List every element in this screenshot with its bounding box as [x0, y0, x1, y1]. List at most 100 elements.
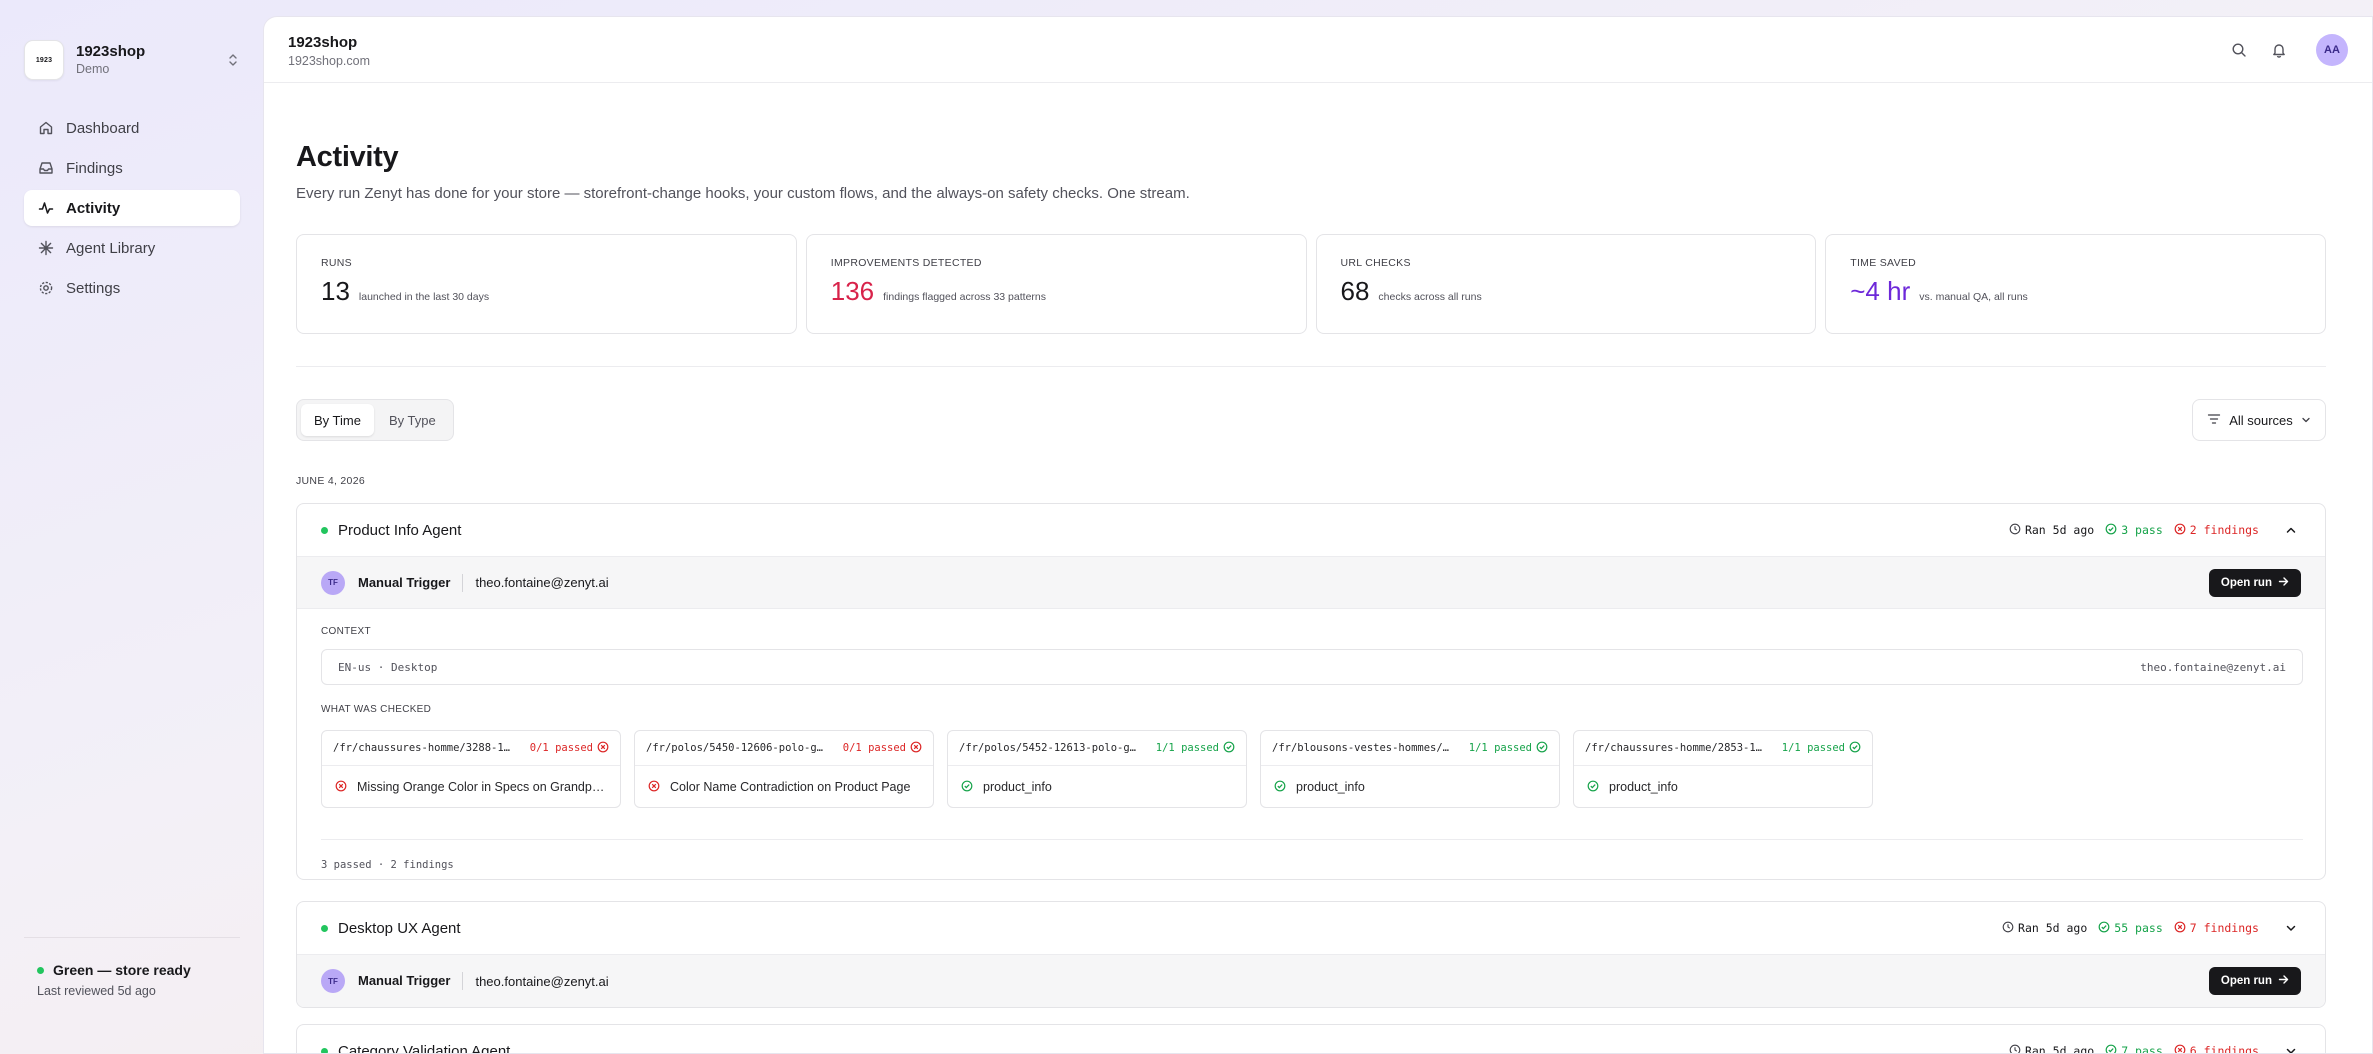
inbox-icon [37, 159, 55, 177]
run-findings-count: 7 findings [2174, 921, 2259, 936]
status-dot [321, 924, 328, 932]
date-group-label: JUNE 4, 2026 [296, 475, 365, 487]
arrow-right-icon [2278, 576, 2289, 590]
run-pass-text: 3 pass [2121, 523, 2163, 537]
sidebar-item-dashboard[interactable]: Dashboard [24, 110, 240, 146]
run-header[interactable]: Desktop UX Agent Ran 5d ago 55 pass 7 fi… [297, 902, 2325, 954]
run-findings-text: 7 findings [2189, 921, 2259, 935]
clock-icon [2009, 523, 2021, 538]
run-pass-text: 7 pass [2121, 1044, 2163, 1054]
stat-note: launched in the last 30 days [358, 291, 490, 303]
sidebar-item-findings[interactable]: Findings [24, 150, 240, 186]
shop-switcher[interactable]: 1923 1923shop Demo [24, 38, 240, 82]
activity-icon [37, 199, 55, 217]
check-status-text: 0/1 passed [842, 742, 906, 754]
run-findings-count: 6 findings [2174, 1044, 2259, 1054]
user-avatar[interactable]: AA [2316, 34, 2348, 66]
context-user: theo.fontaine@zenyt.ai [2140, 660, 2286, 674]
check-status-text: 1/1 passed [1781, 742, 1845, 754]
stat-label: IMPROVEMENTS DETECTED [830, 257, 982, 269]
tab-by-time[interactable]: By Time [301, 404, 374, 436]
sidebar-item-settings[interactable]: Settings [24, 270, 240, 306]
run-findings-count: 2 findings [2174, 523, 2259, 538]
filter-label: All sources [2229, 412, 2293, 428]
trigger-avatar: TF [321, 570, 345, 595]
check-circle-icon [1223, 741, 1235, 756]
stat-value: ~4 hr [1850, 276, 1911, 306]
chevron-up-icon[interactable] [2281, 520, 2301, 540]
x-circle-icon [2174, 523, 2186, 538]
check-circle-icon [2098, 921, 2110, 936]
check-result: product_info [1296, 780, 1365, 794]
source-filter-button[interactable]: All sources [2192, 399, 2326, 441]
page-description: Every run Zenyt has done for your store … [296, 185, 1190, 202]
trigger-label: Manual Trigger [358, 972, 464, 990]
stat-card-runs: RUNS 13 launched in the last 30 days [296, 234, 797, 334]
check-url: /fr/chaussures-homme/3288-1… [333, 742, 511, 754]
run-pass-count: 3 pass [2105, 523, 2163, 538]
run-findings-text: 2 findings [2189, 523, 2259, 537]
run-pass-count: 7 pass [2105, 1044, 2163, 1054]
run-name: Desktop UX Agent [338, 919, 461, 937]
sidebar-item-agent-library[interactable]: Agent Library [24, 230, 240, 266]
sidebar-item-label: Activity [66, 199, 121, 217]
run-trigger-bar: TF Manual Trigger theo.fontaine@zenyt.ai… [297, 556, 2325, 609]
check-result: Missing Orange Color in Specs on Grandpr… [357, 780, 607, 794]
search-icon[interactable] [2228, 39, 2250, 61]
view-toggle: By Time By Type [296, 399, 454, 441]
run-header[interactable]: Product Info Agent Ran 5d ago 3 pass 2 f… [297, 504, 2325, 556]
shop-env: Demo [76, 62, 110, 76]
sidebar-item-activity[interactable]: Activity [24, 190, 240, 226]
stat-label: RUNS [321, 257, 352, 269]
checks-list: /fr/chaussures-homme/3288-1… 0/1 passed … [321, 730, 1873, 808]
check-card[interactable]: /fr/polos/5450-12606-polo-g… 0/1 passed … [634, 730, 934, 808]
chevron-down-icon[interactable] [2281, 1041, 2301, 1053]
run-card: Category Validation Agent Ran 5d ago 7 p… [296, 1024, 2326, 1054]
store-status-sub: Last reviewed 5d ago [37, 984, 156, 998]
stat-value: 68 [1340, 276, 1370, 306]
shop-logo: 1923 [24, 40, 64, 80]
check-card[interactable]: /fr/chaussures-homme/3288-1… 0/1 passed … [321, 730, 621, 808]
stats-row: RUNS 13 launched in the last 30 days IMP… [296, 234, 2326, 334]
tab-by-type[interactable]: By Type [376, 404, 449, 436]
check-card[interactable]: /fr/chaussures-homme/2853-1… 1/1 passed … [1573, 730, 1873, 808]
sidebar-item-label: Agent Library [66, 239, 156, 257]
sidebar-divider [24, 937, 240, 938]
run-findings-text: 6 findings [2189, 1044, 2259, 1054]
status-dot [37, 966, 44, 974]
x-circle-icon [597, 741, 609, 756]
check-circle-icon [2105, 523, 2117, 538]
check-circle-icon [1587, 780, 1599, 795]
check-status: 1/1 passed [1469, 741, 1548, 756]
store-domain: 1923shop.com [288, 54, 371, 68]
check-circle-icon [1849, 741, 1861, 756]
check-card[interactable]: /fr/polos/5452-12613-polo-g… 1/1 passed … [947, 730, 1247, 808]
run-name: Product Info Agent [338, 521, 462, 539]
arrow-right-icon [2278, 974, 2289, 988]
check-status: 1/1 passed [1782, 741, 1861, 756]
trigger-email: theo.fontaine@zenyt.ai [475, 973, 609, 989]
check-status: 1/1 passed [1156, 741, 1235, 756]
run-header[interactable]: Category Validation Agent Ran 5d ago 7 p… [297, 1025, 2325, 1054]
run-card: Product Info Agent Ran 5d ago 3 pass 2 f… [296, 503, 2326, 880]
check-status: 0/1 passed [843, 741, 922, 756]
chevron-down-icon[interactable] [2281, 918, 2301, 938]
check-status-text: 0/1 passed [529, 742, 593, 754]
run-divider [321, 839, 2303, 840]
check-url: /fr/polos/5452-12613-polo-g… [959, 742, 1137, 754]
run-time: Ran 5d ago [2009, 523, 2094, 538]
stat-value: 13 [321, 276, 350, 306]
bell-icon[interactable] [2268, 39, 2290, 61]
context-label: CONTEXT [321, 626, 371, 637]
run-time: Ran 5d ago [2009, 1044, 2094, 1053]
filter-icon [2207, 412, 2221, 429]
check-status-text: 1/1 passed [1468, 742, 1532, 754]
check-card[interactable]: /fr/blousons-vestes-hommes/… 1/1 passed … [1260, 730, 1560, 808]
status-dot [321, 526, 328, 534]
stat-card-time-saved: TIME SAVED ~4 hr vs. manual QA, all runs [1825, 234, 2326, 334]
open-run-button[interactable]: Open run [2208, 568, 2301, 597]
open-run-button[interactable]: Open run [2208, 967, 2301, 995]
run-time-text: Ran 5d ago [2018, 921, 2088, 935]
run-pass-text: 55 pass [2114, 921, 2163, 935]
run-details: CONTEXT EN-us · Desktop theo.fontaine@ze… [297, 609, 2325, 879]
